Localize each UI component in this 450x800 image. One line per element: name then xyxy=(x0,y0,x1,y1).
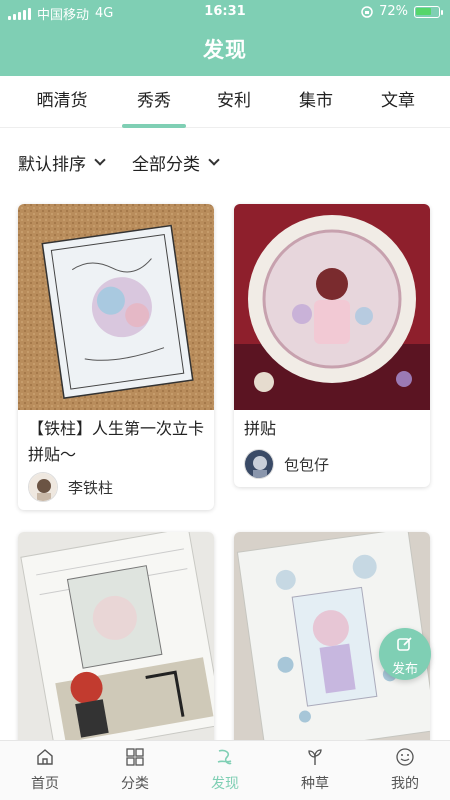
publish-button[interactable]: 发布 xyxy=(379,628,431,680)
post-card[interactable]: 拼贴 包包仔 xyxy=(234,204,430,487)
category-dropdown[interactable]: 全部分类 xyxy=(132,150,220,175)
avatar xyxy=(244,449,274,479)
post-image xyxy=(18,204,214,410)
post-card[interactable] xyxy=(18,532,214,752)
tab-xiuxiu[interactable]: 秀秀 xyxy=(114,76,194,128)
post-image xyxy=(234,204,430,410)
chevron-down-icon xyxy=(208,154,220,166)
discover-icon xyxy=(217,749,232,765)
author-name: 包包仔 xyxy=(284,455,330,474)
post-title: 【铁柱】人生第一次立卡拼贴～ xyxy=(28,419,205,464)
tab-shaiqinghuo[interactable]: 晒清货 xyxy=(22,76,102,128)
chevron-down-icon xyxy=(94,154,106,166)
tab-anli[interactable]: 安利 xyxy=(194,76,274,128)
nav-home-label: 首页 xyxy=(31,776,59,792)
status-bar: 中国移动 4G 16:31 72% xyxy=(0,0,450,24)
nav-sprout-label: 种草 xyxy=(301,776,329,792)
tab-bar: 晒清货 秀秀 安利 集市 文章 xyxy=(0,76,450,128)
nav-home[interactable]: 首页 xyxy=(0,741,90,800)
nav-category[interactable]: 分类 xyxy=(90,741,180,800)
sprout-icon xyxy=(308,749,322,765)
tab-jishi[interactable]: 集市 xyxy=(276,76,356,128)
nav-mine-label: 我的 xyxy=(391,776,419,792)
battery-icon xyxy=(414,5,443,18)
nav-sprout[interactable]: 种草 xyxy=(270,741,360,800)
post-author[interactable]: 李铁柱 xyxy=(28,472,113,502)
battery-percent: 72% xyxy=(379,4,408,19)
sort-label: 默认排序 xyxy=(18,155,86,175)
bottom-nav: 首页 分类 发现 种草 我的 xyxy=(0,740,450,800)
avatar xyxy=(28,472,58,502)
nav-discover-label: 发现 xyxy=(211,776,239,792)
nav-category-label: 分类 xyxy=(121,776,149,792)
post-image xyxy=(18,532,214,740)
publish-label: 发布 xyxy=(391,662,418,677)
post-author[interactable]: 包包仔 xyxy=(244,449,329,479)
post-card[interactable]: 【铁柱】人生第一次立卡拼贴～ 李铁柱 xyxy=(18,204,214,510)
sort-dropdown[interactable]: 默认排序 xyxy=(18,150,106,175)
category-label: 全部分类 xyxy=(132,155,200,175)
filter-bar: 默认排序 全部分类 xyxy=(0,146,450,180)
nav-discover[interactable]: 发现 xyxy=(180,741,270,800)
header: 中国移动 4G 16:31 72% 发现 xyxy=(0,0,450,76)
page-title: 发现 xyxy=(203,38,247,62)
edit-icon xyxy=(397,637,412,651)
nav-mine[interactable]: 我的 xyxy=(360,741,450,800)
smile-icon xyxy=(396,748,414,766)
grid-icon xyxy=(126,748,144,766)
author-name: 李铁柱 xyxy=(68,478,114,497)
lock-rotation-icon xyxy=(361,5,373,18)
home-icon xyxy=(37,749,53,765)
post-title: 拼贴 xyxy=(244,419,277,438)
tab-wenzhang[interactable]: 文章 xyxy=(358,76,438,128)
